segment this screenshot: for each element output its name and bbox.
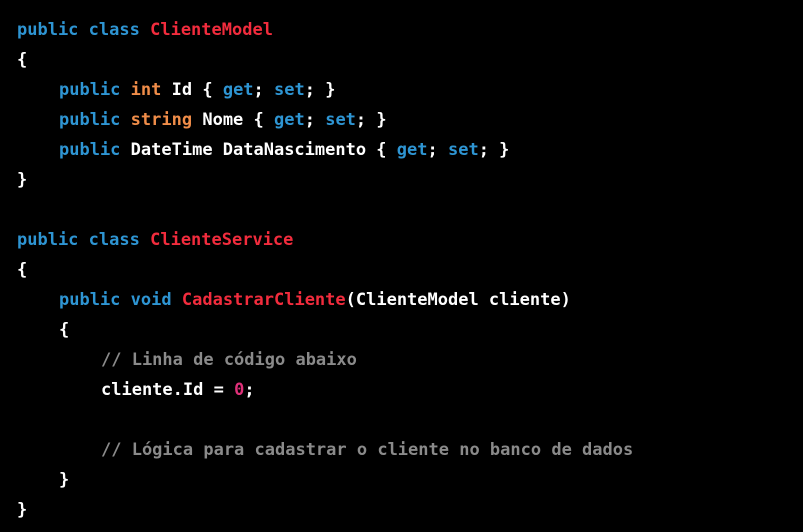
comment-token: // Lógica para cadastrar o cliente no ba… <box>101 440 634 460</box>
plain-token: ; <box>304 110 326 130</box>
code-line: public class ClienteModel <box>17 15 803 45</box>
code-line: // Linha de código abaixo <box>17 345 803 375</box>
code-line: // Lógica para cadastrar o cliente no ba… <box>17 435 803 465</box>
code-line: public DateTime DataNascimento { get; se… <box>17 135 803 165</box>
code-line: } <box>17 495 803 525</box>
keyword-token: void <box>130 290 172 310</box>
code-line: public void CadastrarCliente(ClienteMode… <box>17 285 803 315</box>
plain-token: DateTime DataNascimento { <box>130 140 397 160</box>
code-line: public class ClienteService <box>17 225 803 255</box>
brace-token: } <box>59 470 70 490</box>
function-name-token: CadastrarCliente <box>181 290 346 310</box>
keyword-token: public <box>59 140 121 160</box>
keyword-token: class <box>88 230 140 250</box>
code-line: { <box>17 45 803 75</box>
plain-token: Id { <box>171 80 223 100</box>
keyword-token: set <box>447 140 479 160</box>
keyword-token: public <box>59 290 121 310</box>
plain-token: ; } <box>478 140 510 160</box>
type-token: int <box>130 80 162 100</box>
keyword-token: public <box>59 110 121 130</box>
keyword-token: set <box>325 110 356 130</box>
plain-token: Nome { <box>202 110 274 130</box>
plain-token: ; } <box>355 110 387 130</box>
keyword-token: public <box>17 20 79 40</box>
plain-token: ; } <box>304 80 336 100</box>
plain-token: ; <box>427 140 448 160</box>
plain-token: ; <box>253 80 275 100</box>
comment-token: // Linha de código abaixo <box>101 350 357 370</box>
plain-token: (ClienteModel cliente) <box>345 290 571 310</box>
keyword-token: public <box>17 230 79 250</box>
class-name-token: ClienteService <box>150 230 294 250</box>
keyword-token: get <box>274 110 305 130</box>
code-line: { <box>17 255 803 285</box>
type-token: string <box>130 110 193 130</box>
brace-token: } <box>17 500 28 520</box>
brace-token: { <box>59 320 70 340</box>
code-line: public int Id { get; set; } <box>17 75 803 105</box>
keyword-token: public <box>59 80 121 100</box>
keyword-token: set <box>274 80 305 100</box>
code-line: public string Nome { get; set; } <box>17 105 803 135</box>
code-line: } <box>17 465 803 495</box>
class-name-token: ClienteModel <box>150 20 273 40</box>
keyword-token: class <box>88 20 140 40</box>
code-block: public class ClienteModel { public int I… <box>0 0 803 532</box>
code-line: } <box>17 165 803 195</box>
brace-token: } <box>17 170 28 190</box>
code-line: { <box>17 315 803 345</box>
brace-token: { <box>17 50 28 70</box>
brace-token: { <box>17 260 28 280</box>
keyword-token: get <box>222 80 254 100</box>
number-token: 0 <box>234 380 245 400</box>
plain-token: ; <box>244 380 255 400</box>
code-line: cliente.Id = 0; <box>17 375 803 405</box>
plain-token: cliente.Id = <box>101 380 235 400</box>
keyword-token: get <box>396 140 428 160</box>
